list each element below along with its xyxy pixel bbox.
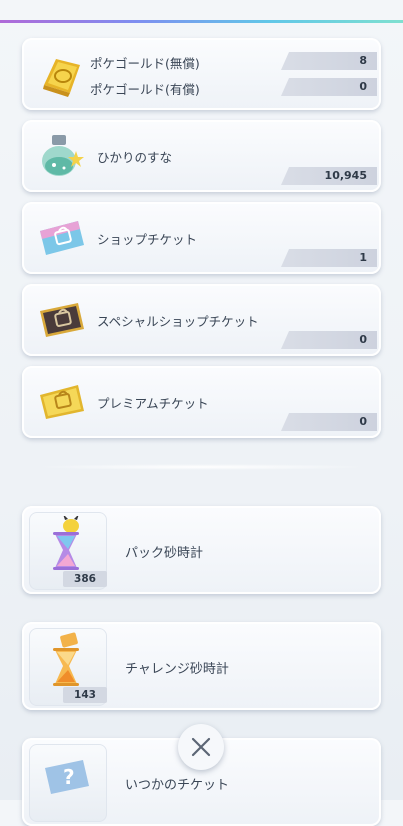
hourglass-card-pack[interactable]: 386 パック砂時計 — [22, 506, 381, 594]
premium-ticket-icon — [34, 375, 88, 429]
pack-hourglass-count: 386 — [63, 571, 107, 587]
top-accent-line — [0, 20, 403, 23]
challenge-hourglass-thumb: 143 — [29, 628, 107, 706]
someday-ticket-icon: ? — [39, 750, 95, 810]
currency-card-special-shop-ticket: スペシャルショップチケット 0 — [22, 284, 381, 356]
currency-card-shop-ticket: ショップチケット 1 — [22, 202, 381, 274]
shop-ticket-value: 1 — [281, 249, 377, 267]
shinedust-label: ひかりのすな — [97, 150, 173, 165]
currency-card-pokegold: ポケゴールド(無償) ポケゴールド(有償) 8 0 — [22, 38, 381, 110]
shop-ticket-icon — [34, 211, 88, 265]
shinedust-bottle-icon — [34, 129, 88, 183]
section-divider — [34, 464, 369, 470]
pokegold-paid-value: 0 — [281, 78, 377, 96]
currency-card-shinedust: ひかりのすな 10,945 — [22, 120, 381, 192]
someday-ticket-thumb: ? — [29, 744, 107, 822]
challenge-hourglass-count: 143 — [63, 687, 107, 703]
gold-bar-icon — [34, 47, 88, 101]
premium-ticket-label: プレミアムチケット — [97, 396, 209, 411]
special-shop-ticket-label: スペシャルショップチケット — [97, 314, 259, 329]
someday-ticket-label: いつかのチケット — [125, 778, 230, 793]
premium-ticket-value: 0 — [281, 413, 377, 431]
challenge-hourglass-label: チャレンジ砂時計 — [125, 662, 229, 677]
pokegold-free-label: ポケゴールド(無償) — [90, 56, 200, 71]
close-button[interactable] — [178, 724, 224, 770]
special-shop-ticket-value: 0 — [281, 331, 377, 349]
pack-hourglass-thumb: 386 — [29, 512, 107, 590]
pokegold-free-value: 8 — [281, 52, 377, 70]
currency-card-premium-ticket: プレミアムチケット 0 — [22, 366, 381, 438]
pack-hourglass-label: パック砂時計 — [125, 546, 204, 561]
shop-ticket-label: ショップチケット — [97, 232, 198, 247]
shinedust-value: 10,945 — [281, 167, 377, 185]
hourglass-card-challenge[interactable]: 143 チャレンジ砂時計 — [22, 622, 381, 710]
svg-text:?: ? — [63, 765, 75, 789]
special-shop-ticket-icon — [34, 293, 88, 347]
pokegold-paid-label: ポケゴールド(有償) — [90, 82, 200, 97]
close-icon — [191, 737, 211, 757]
